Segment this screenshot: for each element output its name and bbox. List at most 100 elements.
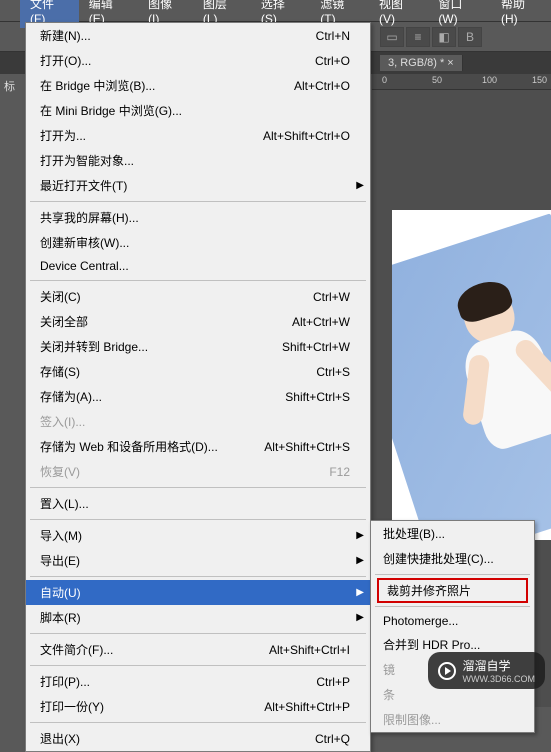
menu-item-label: 存储(S) <box>40 363 80 380</box>
file-menu-item[interactable]: 自动(U) ▶ <box>26 580 370 605</box>
menu-item-label: 存储为(A)... <box>40 388 102 405</box>
menu-separator <box>30 519 366 520</box>
menu-item-shortcut: Ctrl+S <box>316 365 350 379</box>
menu-item-label: 关闭并转到 Bridge... <box>40 338 148 355</box>
file-menu-item[interactable]: 存储为 Web 和设备所用格式(D)...Alt+Shift+Ctrl+S <box>26 434 370 459</box>
auto-submenu-item[interactable]: 创建快捷批处理(C)... <box>371 546 534 571</box>
file-menu-item[interactable]: 打开为... Alt+Shift+Ctrl+O <box>26 123 370 148</box>
horizontal-ruler: 0 50 100 150 <box>372 74 551 90</box>
file-menu-item[interactable]: 导出(E) ▶ <box>26 548 370 573</box>
submenu-arrow-icon: ▶ <box>356 530 364 541</box>
file-menu-item[interactable]: 打开为智能对象... <box>26 148 370 173</box>
file-menu-dropdown: 新建(N)... Ctrl+N 打开(O)... Ctrl+O 在 Bridge 中浏览… <box>25 22 371 752</box>
menu-item-shortcut: Alt+Shift+Ctrl+I <box>269 643 350 657</box>
ruler-tick: 0 <box>382 75 387 85</box>
menu-item-label: 存储为 Web 和设备所用格式(D)... <box>40 438 218 455</box>
menu-window[interactable]: 窗口(W) <box>428 0 491 28</box>
menu-separator <box>30 633 366 634</box>
document-canvas[interactable] <box>392 210 551 540</box>
toolbar-icon[interactable]: B <box>458 27 482 47</box>
menu-item-label: 文件简介(F)... <box>40 641 113 658</box>
menu-item-label: 脚本(R) <box>40 609 81 626</box>
menu-item-shortcut: F12 <box>329 465 350 479</box>
menu-item-shortcut: Ctrl+W <box>313 290 350 304</box>
file-menu-item[interactable]: 关闭并转到 Bridge... Shift+Ctrl+W <box>26 334 370 359</box>
menu-item-label: 导出(E) <box>40 552 80 569</box>
menu-separator <box>375 574 530 575</box>
menu-item-label: 新建(N)... <box>40 27 91 44</box>
file-menu-item: 签入(I)... <box>26 409 370 434</box>
ruler-tick: 150 <box>532 75 547 85</box>
file-menu-item: 恢复(V) F12 <box>26 459 370 484</box>
person-figure <box>433 273 551 513</box>
menu-separator <box>30 487 366 488</box>
file-menu-item[interactable]: 创建新审核(W)... <box>26 230 370 255</box>
file-menu-item[interactable]: 在 Bridge 中浏览(B)... Alt+Ctrl+O <box>26 73 370 98</box>
menu-separator <box>30 201 366 202</box>
file-menu-item[interactable]: 退出(X)Ctrl+Q <box>26 726 370 751</box>
file-menu-item[interactable]: 文件简介(F)... Alt+Shift+Ctrl+I <box>26 637 370 662</box>
auto-submenu-item[interactable]: 批处理(B)... <box>371 521 534 546</box>
menu-item-shortcut: Shift+Ctrl+S <box>285 390 350 404</box>
submenu-arrow-icon: ▶ <box>356 555 364 566</box>
menu-item-label: 打开为... <box>40 127 86 144</box>
menu-item-label: 关闭(C) <box>40 288 81 305</box>
menubar: 文件(F) 编辑(E) 图像(I) 图层(L) 选择(S) 滤镜(T) 视图(V… <box>0 0 551 22</box>
file-menu-item[interactable]: 导入(M) ▶ <box>26 523 370 548</box>
file-menu-item[interactable]: 关闭(C) Ctrl+W <box>26 284 370 309</box>
file-menu-item[interactable]: 关闭全部 Alt+Ctrl+W <box>26 309 370 334</box>
file-menu-item[interactable]: 最近打开文件(T)▶ <box>26 173 370 198</box>
menu-item-label: 恢复(V) <box>40 463 80 480</box>
menu-item-label: 签入(I)... <box>40 413 85 430</box>
menu-item-label: 共享我的屏幕(H)... <box>40 209 139 226</box>
menu-item-label: 最近打开文件(T) <box>40 177 127 194</box>
menu-separator <box>375 606 530 607</box>
menu-item-shortcut: Alt+Ctrl+O <box>294 79 350 93</box>
file-menu-item[interactable]: 存储(S) Ctrl+S <box>26 359 370 384</box>
submenu-arrow-icon: ▶ <box>356 612 364 623</box>
file-menu-item[interactable]: 置入(L)... <box>26 491 370 516</box>
menu-item-label: 导入(M) <box>40 527 82 544</box>
menu-item-label: 关闭全部 <box>40 313 88 330</box>
menu-separator <box>30 722 366 723</box>
menu-item-shortcut: Ctrl+P <box>316 675 350 689</box>
ruler-tick: 100 <box>482 75 497 85</box>
menu-separator <box>30 576 366 577</box>
menu-item-shortcut: Alt+Ctrl+W <box>292 315 350 329</box>
watermark: 溜溜自学 WWW.3D66.COM <box>428 652 545 689</box>
toolbar-icon[interactable]: ≡ <box>406 27 430 47</box>
file-menu-item[interactable]: 新建(N)... Ctrl+N <box>26 23 370 48</box>
auto-submenu-item[interactable]: Photomerge... <box>371 610 534 632</box>
ruler-tick: 50 <box>432 75 442 85</box>
menu-item-label: 置入(L)... <box>40 495 89 512</box>
auto-submenu-item: 限制图像... <box>371 707 534 732</box>
toolbar-icon[interactable]: ◧ <box>432 27 456 47</box>
file-menu-item[interactable]: Device Central... <box>26 255 370 277</box>
menu-item-label: 打开为智能对象... <box>40 152 134 169</box>
menu-item-label: Device Central... <box>40 259 129 273</box>
menu-item-label: 创建新审核(W)... <box>40 234 129 251</box>
file-menu-item[interactable]: 打印(P)... Ctrl+P <box>26 669 370 694</box>
document-tab[interactable]: 3, RGB/8) * × <box>380 55 463 71</box>
submenu-arrow-icon: ▶ <box>356 587 364 598</box>
file-menu-item[interactable]: 脚本(R) ▶ <box>26 605 370 630</box>
menu-help[interactable]: 帮助(H) <box>491 0 551 28</box>
menu-item-label: 打印(P)... <box>40 673 90 690</box>
menu-item-label: 自动(U) <box>40 584 81 601</box>
file-menu-item[interactable]: 共享我的屏幕(H)... <box>26 205 370 230</box>
menu-item-label: 在 Mini Bridge 中浏览(G)... <box>40 102 182 119</box>
menu-item-label: 在 Bridge 中浏览(B)... <box>40 77 155 94</box>
menu-item-shortcut: Shift+Ctrl+W <box>282 340 350 354</box>
file-menu-item[interactable]: 打开(O)... Ctrl+O <box>26 48 370 73</box>
highlighted-submenu-item[interactable]: 裁剪并修齐照片 <box>377 578 528 603</box>
menu-view[interactable]: 视图(V) <box>369 0 428 28</box>
menu-item-shortcut: Alt+Shift+Ctrl+O <box>263 129 350 143</box>
file-menu-item[interactable]: 存储为(A)... Shift+Ctrl+S <box>26 384 370 409</box>
photo-layer <box>392 213 551 540</box>
watermark-brand: 溜溜自学 <box>462 657 535 674</box>
file-menu-item[interactable]: 在 Mini Bridge 中浏览(G)... <box>26 98 370 123</box>
menu-item-shortcut: Ctrl+O <box>315 54 350 68</box>
menu-item-shortcut: Ctrl+N <box>316 29 350 43</box>
toolbar-icon[interactable]: ▭ <box>380 27 404 47</box>
menu-item-label: 打开(O)... <box>40 52 91 69</box>
